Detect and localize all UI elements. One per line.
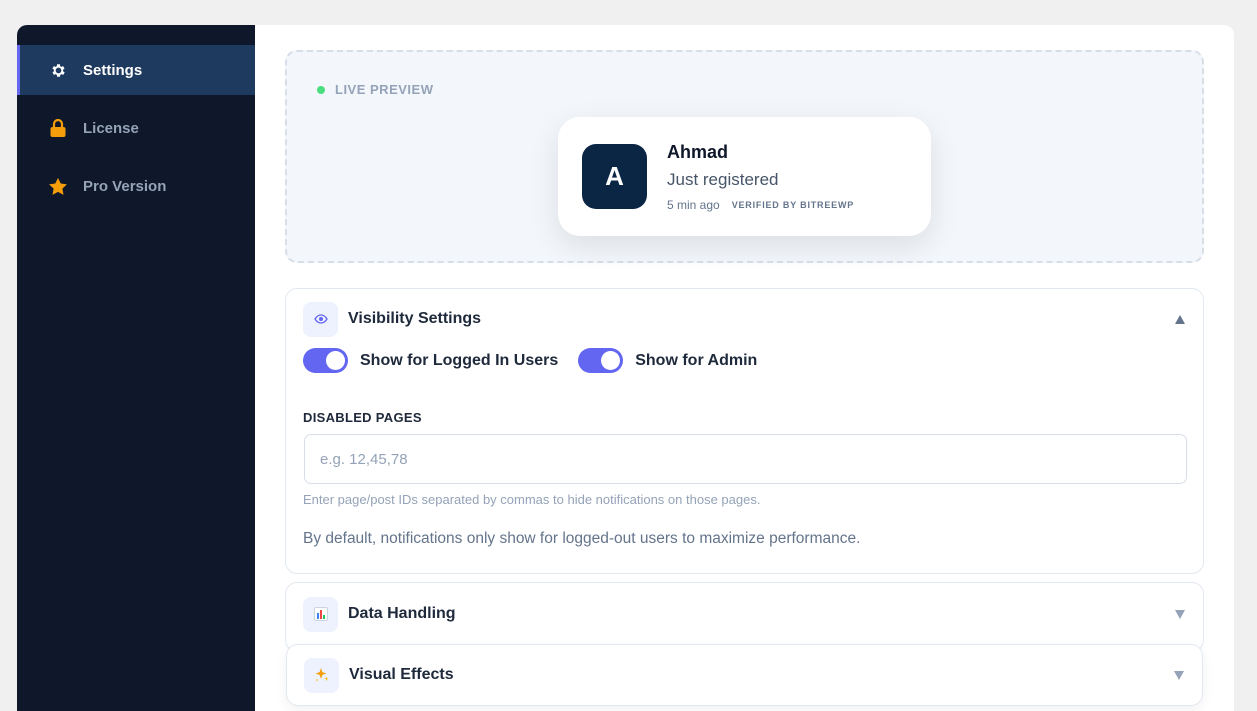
gear-icon [48, 60, 68, 80]
toggle-switch[interactable] [303, 348, 348, 373]
bar-chart-icon [303, 596, 338, 632]
live-preview-label: LIVE PREVIEW [335, 82, 434, 97]
visual-effects-section: Visual Effects [286, 644, 1203, 706]
notification-time: 5 min ago [667, 197, 720, 212]
sparkles-icon [304, 657, 339, 693]
notification-card: A Ahmad Just registered 5 min ago VERIFI… [558, 117, 931, 236]
eye-icon [303, 301, 338, 337]
sidebar-item-label: License [83, 119, 139, 137]
sidebar-item-label: Pro Version [83, 177, 167, 195]
live-preview-panel: LIVE PREVIEW A Ahmad Just registered 5 m… [285, 50, 1204, 263]
avatar: A [582, 144, 647, 209]
toggle-logged-in-users[interactable]: Show for Logged In Users [303, 348, 558, 373]
visibility-settings-header[interactable]: Visibility Settings [286, 289, 1203, 349]
notification-verified: VERIFIED BY BITREEWP [731, 199, 855, 210]
visibility-info-text: By default, notifications only show for … [303, 530, 861, 547]
disabled-pages-label: DISABLED PAGES [303, 410, 422, 425]
toggle-label: Show for Logged In Users [360, 351, 559, 369]
live-preview-badge: LIVE PREVIEW [317, 82, 433, 97]
toggle-admin[interactable]: Show for Admin [578, 348, 757, 373]
notification-body: Ahmad Just registered 5 min ago VERIFIED… [667, 142, 854, 212]
disabled-pages-input[interactable] [304, 434, 1187, 484]
sidebar-item-label: Settings [83, 61, 143, 79]
visibility-settings-section: Visibility Settings Show for Logged In U… [285, 288, 1204, 574]
sidebar-item-settings[interactable]: Settings [17, 45, 255, 95]
sidebar: Settings License Pro Version [17, 25, 255, 711]
star-icon [48, 176, 68, 196]
sidebar-item-pro-version[interactable]: Pro Version [17, 161, 255, 211]
toggle-label: Show for Admin [635, 351, 758, 369]
app-window: Settings License Pro Version LIVE PREVIE… [17, 25, 1234, 711]
notification-meta: 5 min ago VERIFIED BY BITREEWP [667, 198, 854, 212]
data-handling-header[interactable]: Data Handling [286, 583, 1203, 645]
lock-icon [48, 118, 68, 138]
visual-effects-header[interactable]: Visual Effects [287, 645, 1202, 705]
toggle-row: Show for Logged In Users Show for Admin [286, 348, 1203, 373]
disabled-pages-help: Enter page/post IDs separated by commas … [303, 492, 761, 507]
section-title: Visual Effects [349, 666, 454, 683]
toggle-switch[interactable] [578, 348, 624, 373]
live-dot-icon [317, 85, 325, 94]
section-title: Data Handling [348, 605, 456, 622]
notification-name: Ahmad [667, 141, 729, 162]
chevron-down-icon[interactable] [1174, 671, 1184, 680]
notification-action: Just registered [667, 169, 779, 189]
data-handling-section: Data Handling [285, 582, 1204, 652]
sidebar-item-license[interactable]: License [17, 103, 255, 153]
chevron-down-icon[interactable] [1175, 610, 1185, 619]
main-content: LIVE PREVIEW A Ahmad Just registered 5 m… [285, 50, 1204, 706]
section-title: Visibility Settings [348, 310, 482, 327]
visual-effects-wrapper: Visual Effects [285, 644, 1204, 706]
chevron-up-icon[interactable] [1175, 315, 1185, 324]
